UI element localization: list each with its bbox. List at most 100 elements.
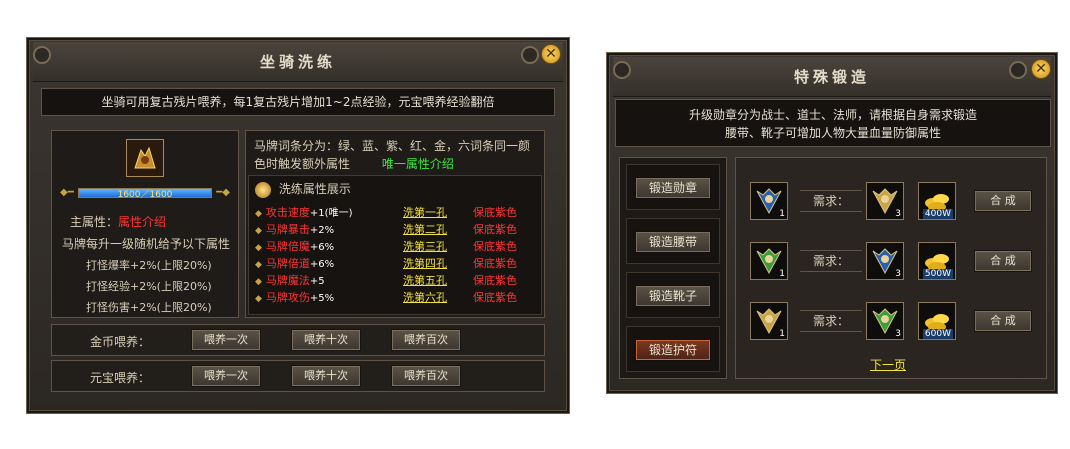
need-label-box: 需求：: [800, 190, 862, 212]
forge-tab-cell: 锻造靴子: [626, 272, 720, 318]
special-forge-window: 特殊锻造 ✕ 升级勋章分为战士、道士、法师，请根据自身需求锻造 腰带、靴子可增加…: [606, 52, 1058, 394]
attr-value: +2%: [309, 225, 335, 236]
compose-button[interactable]: 合 成: [974, 250, 1032, 272]
mount-notice: 坐骑可用复古残片喂养，每1复古残片增加1~2点经验，元宝喂养经验翻倍: [41, 88, 555, 116]
forge-tab-button[interactable]: 锻造腰带: [635, 231, 711, 253]
gold-cost-slot: 500W: [918, 242, 956, 280]
gold-feed-ten-button[interactable]: 喂养十次: [291, 329, 361, 351]
diamond-icon: ◆: [255, 294, 262, 304]
gold-cost: 600W: [922, 329, 953, 339]
refine-row: ◆ 攻击速度+1(唯一) 洗第一孔 保底紫色: [255, 204, 539, 221]
ornament-icon: [33, 46, 51, 64]
gold-feed-label: 金币喂养：: [90, 335, 151, 349]
forge-titlebar[interactable]: 特殊锻造: [613, 57, 1051, 97]
exp-text: 1600／1600: [117, 190, 173, 200]
refine-hole-link[interactable]: 洗第三孔: [403, 238, 447, 254]
compose-button[interactable]: 合 成: [974, 310, 1032, 332]
recipe-row: 1 需求： 3 500W 合 成: [736, 240, 1048, 284]
recipe-row: 1 需求： 3 600W 合 成: [736, 300, 1048, 344]
close-icon[interactable]: ✕: [1031, 59, 1051, 79]
sun-icon: [255, 181, 271, 198]
attr-value: +5%: [309, 293, 335, 304]
forge-tab-button[interactable]: 锻造勋章: [635, 177, 711, 199]
yuanbao-feed-ten-button[interactable]: 喂养十次: [291, 365, 361, 387]
attr-name: 马牌倍道: [265, 257, 310, 270]
mount-status-box: 1600／1600 ◆━ ━◆ 主属性：属性介绍 马牌每升一级随机给予以下属性 …: [51, 130, 239, 318]
close-icon[interactable]: ✕: [541, 44, 561, 64]
diamond-icon: ◆: [255, 260, 262, 270]
mount-title: 坐骑洗练: [259, 53, 336, 71]
exp-left-ornament: ◆━: [60, 187, 74, 198]
forge-title: 特殊锻造: [793, 68, 870, 86]
refine-hole-link[interactable]: 洗第二孔: [403, 221, 447, 237]
next-page-link[interactable]: 下一页: [870, 356, 906, 373]
owned-medal-slot[interactable]: 1: [750, 242, 788, 280]
diamond-icon: ◆: [255, 277, 262, 287]
levelup-text: 马牌每升一级随机给予以下属性: [62, 237, 231, 251]
recipe-row: 1 需求： 3 400W 合 成: [736, 180, 1048, 224]
forge-tab-button[interactable]: 锻造护符: [635, 339, 711, 361]
need-label: 需求：: [812, 194, 849, 208]
required-medal-slot[interactable]: 3: [866, 302, 904, 340]
refine-show-header: 洗练属性展示: [255, 180, 351, 198]
unique-attr-link[interactable]: 唯一属性介绍: [382, 157, 454, 171]
forge-recipe-area: 1 需求： 3 400W 合 成 1 需求： 3 500W 合 成 1 需求： 3 600W 合 成 下一页: [735, 157, 1047, 379]
refine-hole-link[interactable]: 洗第六孔: [403, 289, 447, 305]
forge-notice: 升级勋章分为战士、道士、法师，请根据自身需求锻造 腰带、靴子可增加人物大量血量防…: [615, 99, 1051, 147]
gold-feed-once-button[interactable]: 喂养一次: [191, 329, 261, 351]
required-count: 3: [895, 209, 901, 219]
yuanbao-feed-label: 元宝喂养：: [90, 371, 151, 385]
required-medal-slot[interactable]: 3: [866, 242, 904, 280]
guarantee-text: 保底紫色: [473, 257, 517, 270]
guarantee-text: 保底紫色: [473, 291, 517, 304]
yuanbao-feed-hundred-button[interactable]: 喂养百次: [391, 365, 461, 387]
exp-right-ornament: ━◆: [216, 187, 230, 198]
attr-name: 马牌魔法: [265, 274, 310, 287]
bonus-1: 打怪爆率+2%(上限20%): [86, 259, 212, 272]
compose-button[interactable]: 合 成: [974, 190, 1032, 212]
owned-medal-slot[interactable]: 1: [750, 302, 788, 340]
attr-name: 马牌倍魔: [265, 240, 310, 253]
owned-count: 1: [779, 329, 785, 339]
mount-refine-window: 坐骑洗练 ✕ 坐骑可用复古残片喂养，每1复古残片增加1~2点经验，元宝喂养经验翻…: [26, 37, 570, 414]
attr-info-box: 马牌词条分为：绿、蓝、紫、红、金，六词条同一颜 色时触发额外属性 唯一属性介绍 …: [245, 130, 545, 318]
attr-value: +5: [309, 276, 325, 287]
refine-rows: ◆ 攻击速度+1(唯一) 洗第一孔 保底紫色 ◆ 马牌暴击+2% 洗第二孔 保底紫色 ◆ 马牌倍魔…: [255, 204, 539, 306]
gold-feed-hundred-button[interactable]: 喂养百次: [391, 329, 461, 351]
attr-value: +1(唯一): [309, 208, 353, 219]
mount-titlebar[interactable]: 坐骑洗练: [33, 42, 563, 82]
guarantee-text: 保底紫色: [473, 274, 517, 287]
need-label-box: 需求：: [800, 310, 862, 332]
forge-tabs-column: 锻造勋章锻造腰带锻造靴子锻造护符: [619, 157, 727, 379]
main-attr-row: 主属性：属性介绍: [70, 215, 167, 229]
refine-row: ◆ 马牌攻伤+5% 洗第六孔 保底紫色: [255, 289, 539, 306]
owned-medal-slot[interactable]: 1: [750, 182, 788, 220]
attr-name: 马牌暴击: [265, 223, 310, 236]
ornament-icon: [613, 61, 631, 79]
need-label: 需求：: [812, 254, 849, 268]
owned-count: 1: [779, 269, 785, 279]
refine-row: ◆ 马牌倍魔+6% 洗第三孔 保底紫色: [255, 238, 539, 255]
required-medal-slot[interactable]: 3: [866, 182, 904, 220]
bonus-3: 打怪伤害+2%(上限20%): [86, 301, 212, 314]
exp-bar: 1600／1600: [78, 188, 212, 200]
yuanbao-feed-once-button[interactable]: 喂养一次: [191, 365, 261, 387]
dragon-badge-icon: [127, 140, 163, 176]
ornament-icon: [521, 46, 539, 64]
refine-hole-link[interactable]: 洗第四孔: [403, 255, 447, 271]
bonus-2: 打怪经验+2%(上限20%): [86, 280, 212, 293]
attr-intro-link[interactable]: 属性介绍: [118, 215, 166, 229]
required-count: 3: [895, 269, 901, 279]
refine-row: ◆ 马牌魔法+5 洗第五孔 保底紫色: [255, 272, 539, 289]
guarantee-text: 保底紫色: [473, 240, 517, 253]
forge-tab-cell: 锻造护符: [626, 326, 720, 372]
attr-name: 攻击速度: [265, 206, 310, 219]
desc-line-1: 马牌词条分为：绿、蓝、紫、红、金，六词条同一颜: [254, 139, 531, 153]
refine-hole-link[interactable]: 洗第一孔: [403, 204, 447, 220]
gold-cost-slot: 400W: [918, 182, 956, 220]
mount-badge-slot[interactable]: [126, 139, 164, 177]
refine-hole-link[interactable]: 洗第五孔: [403, 272, 447, 288]
forge-tab-button[interactable]: 锻造靴子: [635, 285, 711, 307]
desc-line-2: 色时触发额外属性 唯一属性介绍: [254, 157, 454, 171]
gold-cost-slot: 600W: [918, 302, 956, 340]
